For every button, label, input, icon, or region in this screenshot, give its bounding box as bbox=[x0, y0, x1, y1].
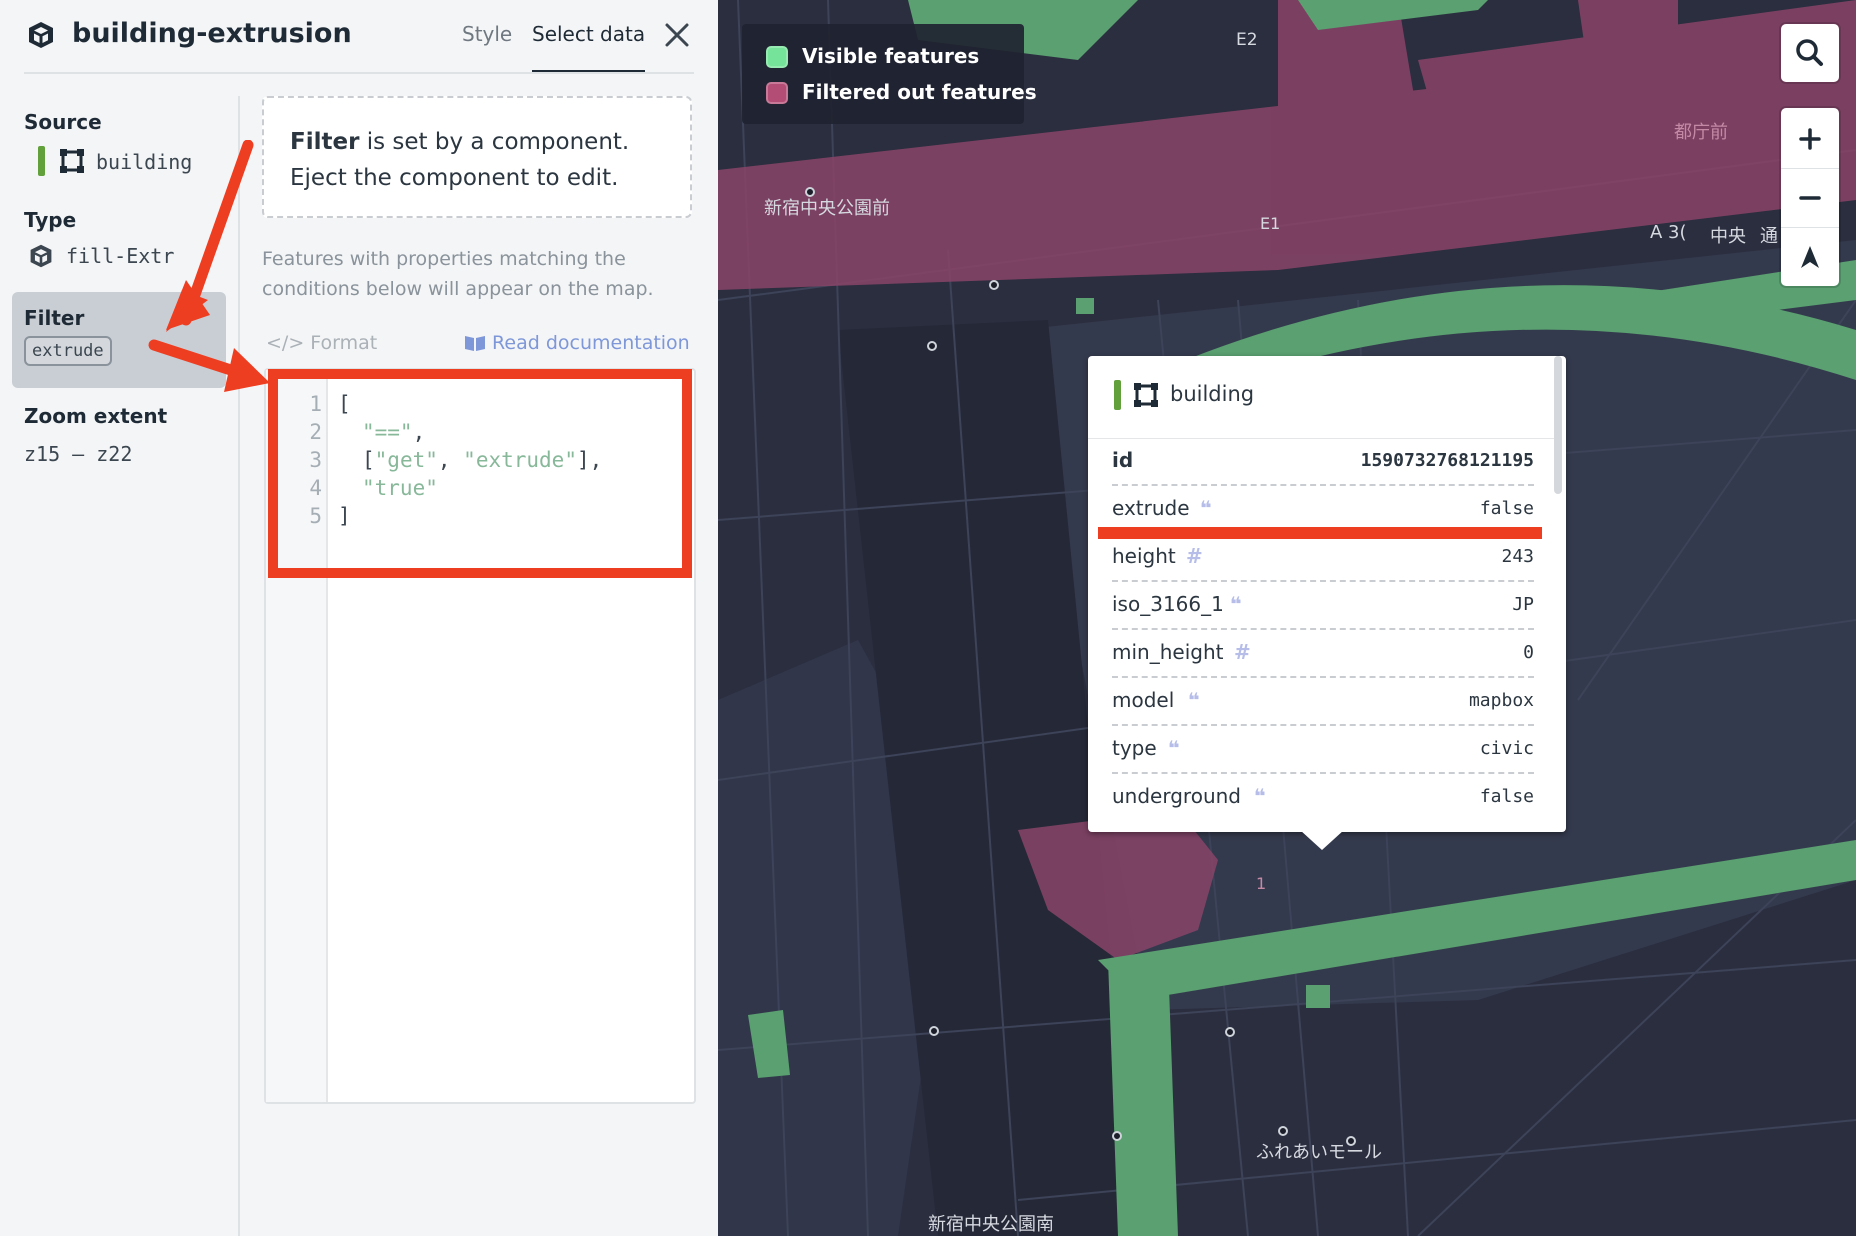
property-value: 243 bbox=[1501, 546, 1534, 567]
layer-title: building-extrusion bbox=[72, 18, 352, 49]
property-key: id bbox=[1112, 448, 1134, 472]
book-icon bbox=[465, 336, 485, 351]
property-row: height # 243 bbox=[1112, 534, 1534, 582]
string-type-icon: ❝ bbox=[1168, 736, 1180, 760]
search-icon[interactable] bbox=[1781, 24, 1839, 82]
polygon-icon bbox=[1134, 383, 1158, 407]
map-label: ふれあいモール bbox=[1256, 1142, 1382, 1163]
tab-style[interactable]: Style bbox=[462, 22, 512, 46]
legend-filtered-label: Filtered out features bbox=[802, 80, 1037, 104]
compass-icon[interactable] bbox=[1781, 228, 1839, 286]
legend-swatch-visible bbox=[766, 46, 788, 68]
string-type-icon: ❝ bbox=[1254, 784, 1266, 808]
map-label: 都庁前 bbox=[1674, 122, 1728, 143]
number-type-icon: # bbox=[1186, 544, 1203, 568]
string-type-icon: ❝ bbox=[1230, 592, 1242, 616]
source-label: Source bbox=[24, 110, 102, 134]
map-label: E2 bbox=[1236, 30, 1258, 50]
property-key: type bbox=[1112, 736, 1157, 760]
property-value: 0 bbox=[1523, 642, 1534, 663]
type-label: Type bbox=[24, 208, 77, 232]
property-value: JP bbox=[1512, 594, 1534, 615]
search-control bbox=[1781, 24, 1839, 82]
map-view[interactable]: E2 都庁前 新宿中央公園前 E1 A 3( 中央 通 ふれあいモール 新宿中央… bbox=[718, 0, 1856, 1236]
filter-label: Filter bbox=[24, 306, 85, 330]
extrude-highlight-underline bbox=[1098, 527, 1542, 539]
annotation-arrows bbox=[148, 140, 270, 392]
property-row: id 1590732768121195 bbox=[1112, 438, 1534, 486]
zoom-extent-value[interactable]: z15 — z22 bbox=[24, 442, 132, 466]
plus-icon[interactable] bbox=[1781, 110, 1839, 168]
docs-label: Read documentation bbox=[492, 332, 690, 354]
3d-cube-icon bbox=[30, 244, 52, 268]
source-color-swatch bbox=[1114, 380, 1121, 410]
property-key: model bbox=[1112, 688, 1175, 712]
map-label: E1 bbox=[1260, 214, 1281, 233]
property-row: type ❝ civic bbox=[1112, 726, 1534, 774]
popup-header: building bbox=[1088, 356, 1558, 439]
legend-swatch-filtered bbox=[766, 82, 788, 104]
map-label: 新宿中央公園前 bbox=[764, 198, 890, 219]
property-value: 1590732768121195 bbox=[1360, 450, 1534, 471]
property-key: min_height bbox=[1112, 640, 1224, 664]
property-key: underground bbox=[1112, 784, 1241, 808]
navigation-control bbox=[1781, 108, 1839, 286]
filter-badge: extrude bbox=[24, 336, 112, 366]
tab-select-data[interactable]: Select data bbox=[532, 22, 646, 72]
property-value: false bbox=[1479, 786, 1534, 807]
map-label: 新宿中央公園南 bbox=[928, 1214, 1054, 1235]
property-row: min_height # 0 bbox=[1112, 630, 1534, 678]
popup-scrollbar[interactable] bbox=[1554, 356, 1562, 494]
map-label: 中央 bbox=[1710, 226, 1746, 247]
map-label: 1 bbox=[1256, 874, 1267, 893]
source-color-swatch bbox=[38, 146, 45, 176]
property-key: iso_3166_1 bbox=[1112, 592, 1224, 616]
feature-popup: building id 1590732768121195 extrude ❝ f… bbox=[1088, 356, 1566, 850]
close-icon[interactable] bbox=[660, 18, 694, 52]
popup-source-name: building bbox=[1170, 382, 1255, 406]
map-label: 通 bbox=[1760, 226, 1778, 247]
read-documentation-link[interactable]: Read documentation bbox=[464, 332, 690, 354]
number-type-icon: # bbox=[1234, 640, 1251, 664]
property-value: false bbox=[1479, 498, 1534, 519]
3d-cube-icon bbox=[29, 22, 53, 48]
map-legend: Visible features Filtered out features bbox=[742, 24, 1037, 124]
property-row: underground ❝ false bbox=[1112, 774, 1534, 820]
property-value: mapbox bbox=[1468, 690, 1534, 711]
string-type-icon: ❝ bbox=[1200, 496, 1212, 520]
panel-header: building-extrusion Style Select data bbox=[24, 0, 694, 74]
polygon-icon bbox=[60, 149, 84, 173]
minus-icon[interactable] bbox=[1781, 169, 1839, 227]
legend-visible-label: Visible features bbox=[802, 44, 980, 68]
property-key: extrude bbox=[1112, 496, 1190, 520]
property-row: model ❝ mapbox bbox=[1112, 678, 1534, 726]
string-type-icon: ❝ bbox=[1188, 688, 1200, 712]
map-label: A 3( bbox=[1650, 222, 1687, 243]
property-key: height bbox=[1112, 544, 1176, 568]
property-row: iso_3166_1 ❝ JP bbox=[1112, 582, 1534, 630]
popup-tip bbox=[1300, 830, 1344, 850]
property-value: civic bbox=[1479, 738, 1534, 759]
